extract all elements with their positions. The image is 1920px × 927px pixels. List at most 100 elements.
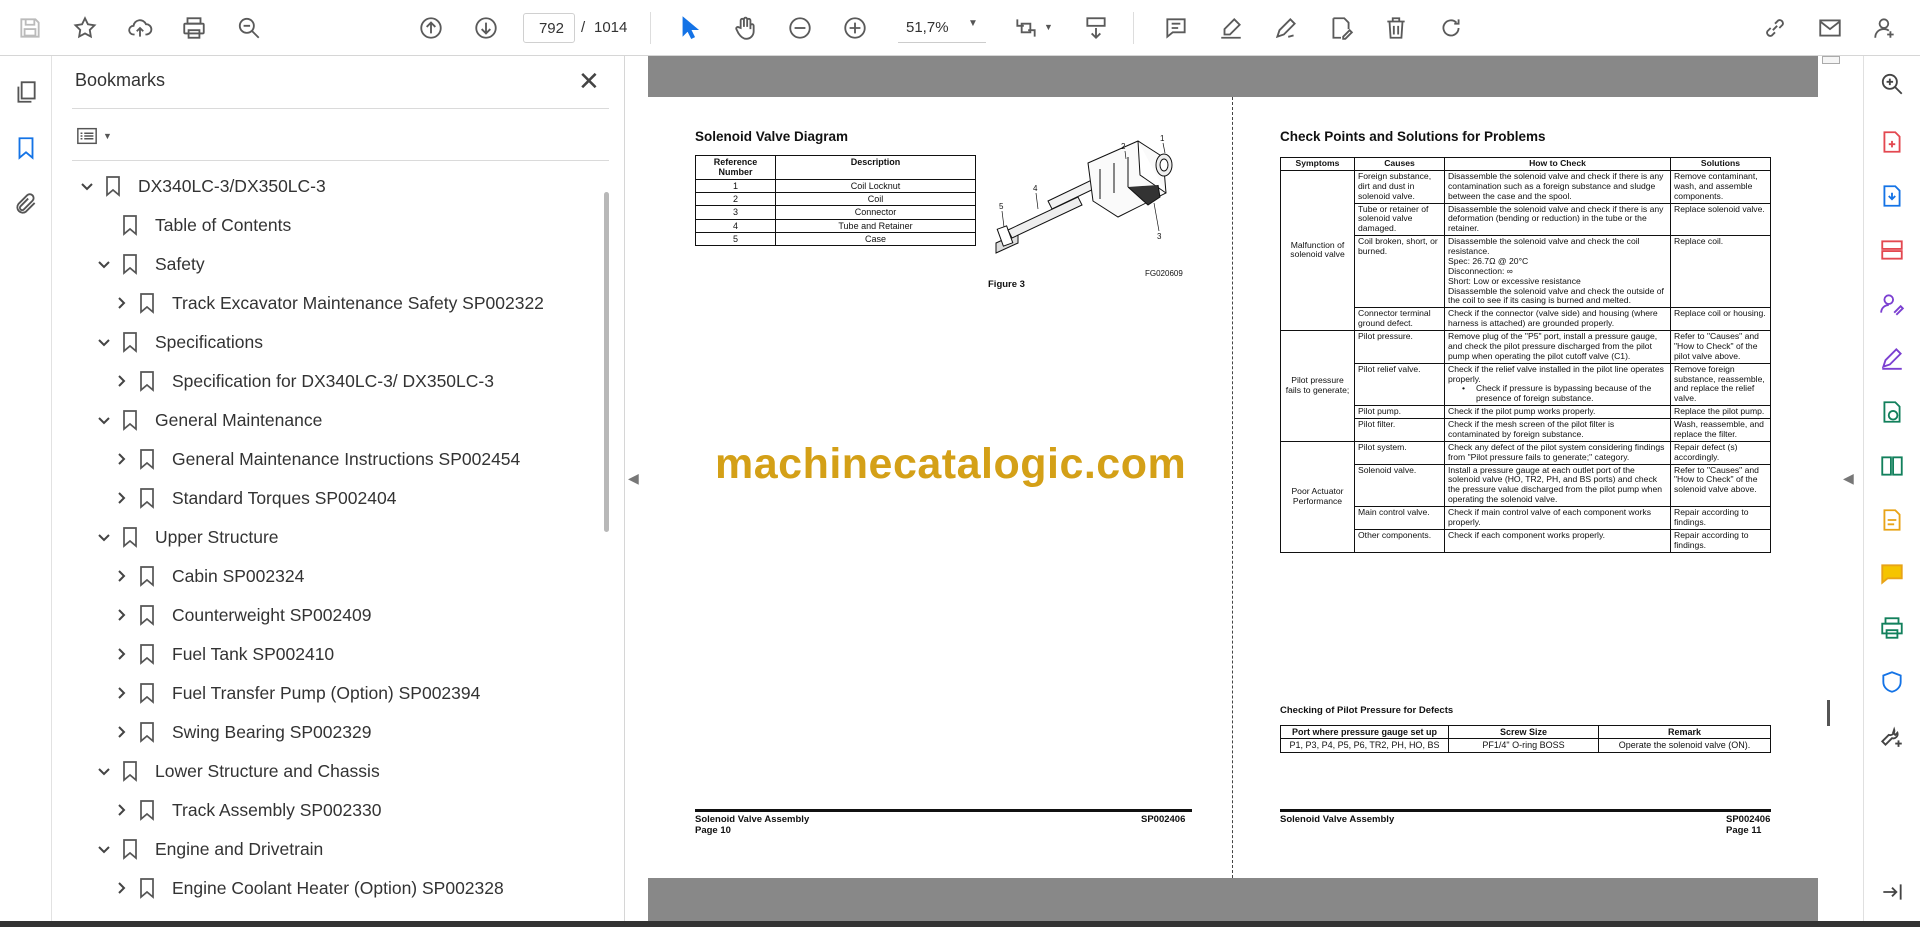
scroll-mode-icon[interactable] [1078,10,1114,46]
close-icon[interactable]: ✕ [578,66,600,97]
bookmark-item[interactable]: Standard Torques SP002404 [110,481,396,515]
chevron-down-icon[interactable] [93,253,115,275]
next-page-icon[interactable] [468,10,504,46]
collapse-right-panel-icon[interactable]: ◀ [1843,470,1854,487]
chevron-right-icon[interactable] [110,604,132,626]
chevron-right-icon[interactable] [110,565,132,587]
chevron-right-icon[interactable] [110,292,132,314]
bookmark-item[interactable]: Lower Structure and Chassis [93,754,380,788]
star-icon[interactable] [67,10,103,46]
bookmark-item[interactable]: General Maintenance Instructions SP00245… [110,442,520,476]
bookmark-item[interactable]: Cabin SP002324 [110,559,304,593]
bookmark-item[interactable]: Fuel Tank SP002410 [110,637,334,671]
bookmark-icon [138,604,160,626]
email-icon[interactable] [1812,10,1848,46]
bookmark-item[interactable]: Specifications [93,325,263,359]
chevron-down-icon[interactable] [76,175,98,197]
top-toolbar: 792 / 1014 51,7% ▼ ▼ [0,0,1920,56]
previous-page-icon[interactable] [413,10,449,46]
cause-cell: Foreign substance, dirt and dust in sole… [1354,169,1445,204]
organize-pages-icon[interactable] [1876,234,1908,266]
more-tools-icon[interactable] [1876,720,1908,752]
scroll-up-button[interactable] [1822,56,1840,64]
solution-cell: Refer to "Causes" and "How to Check" of … [1670,463,1771,507]
highlight-icon[interactable] [1213,10,1249,46]
chevron-right-icon[interactable] [110,370,132,392]
zoom-out-icon[interactable] [782,10,818,46]
page-thumbnails-icon[interactable] [10,76,42,108]
remark-cell: Operate the solenoid valve (ON). [1598,738,1771,753]
bookmark-item[interactable]: Engine and Drivetrain [93,832,323,866]
chevron-down-icon[interactable] [93,409,115,431]
zoom-in-icon[interactable] [837,10,873,46]
bookmark-item[interactable]: Counterweight SP002409 [110,598,371,632]
print-icon[interactable] [176,10,212,46]
bookmarks-scrollbar[interactable] [604,192,609,532]
bookmark-item[interactable]: Table of Contents [93,208,291,242]
bookmark-icon [121,253,143,275]
select-cursor-icon[interactable] [672,10,708,46]
page-fit-icon[interactable] [1008,10,1044,46]
chevron-right-icon[interactable] [110,799,132,821]
comment-icon[interactable] [1158,10,1194,46]
scan-ocr-icon[interactable] [1876,612,1908,644]
description-header: Description [775,155,976,180]
chevron-down-icon[interactable] [93,760,115,782]
page-number-input[interactable]: 792 [523,13,575,43]
save-icon[interactable] [12,10,48,46]
bookmark-item[interactable]: Swing Bearing SP002329 [110,715,371,749]
comment-tool-icon[interactable] [1876,558,1908,590]
chevron-right-icon[interactable] [110,643,132,665]
chevron-right-icon[interactable] [110,487,132,509]
account-icon[interactable] [1867,10,1903,46]
find-zoom-icon[interactable] [231,10,267,46]
how-to-check-cell: Check if each component works properly. [1444,528,1671,553]
bookmark-item[interactable]: Engine Coolant Heater (Option) SP002328 [110,871,504,905]
compare-files-icon[interactable] [1876,450,1908,482]
description-cell: Case [775,232,976,247]
search-zoom-icon[interactable] [1876,68,1908,100]
fill-sign-icon[interactable] [1876,342,1908,374]
chevron-down-icon[interactable] [93,526,115,548]
bookmark-icon[interactable] [10,132,42,164]
create-pdf-icon[interactable] [1876,126,1908,158]
bookmark-item[interactable]: Track Assembly SP002330 [110,793,381,827]
delete-icon[interactable] [1378,10,1414,46]
bookmark-item[interactable]: General Maintenance [93,403,322,437]
bookmark-item[interactable]: Specification for DX340LC-3/ DX350LC-3 [110,364,494,398]
bookmark-item[interactable]: Upper Structure [93,520,279,554]
expand-rail-icon[interactable] [1876,876,1908,908]
upload-cloud-icon[interactable] [122,10,158,46]
bookmark-label: DX340LC-3/DX350LC-3 [138,175,326,196]
share-link-icon[interactable] [1757,10,1793,46]
chevron-right-icon[interactable] [110,682,132,704]
protect-icon[interactable] [1876,666,1908,698]
total-pages: 1014 [594,19,628,36]
chevron-right-icon[interactable] [110,877,132,899]
bookmark-item[interactable]: Safety [93,247,205,281]
export-pdf-icon[interactable] [1876,180,1908,212]
chevron-right-icon[interactable] [110,448,132,470]
chevron-down-icon[interactable] [93,838,115,860]
edit-text-icon[interactable] [1323,10,1359,46]
edit-pdf-icon[interactable] [1876,504,1908,536]
bookmark-item[interactable]: Track Excavator Maintenance Safety SP002… [110,286,544,320]
bookmark-item[interactable]: Fuel Transfer Pump (Option) SP002394 [110,676,480,710]
redo-icon[interactable] [1433,10,1469,46]
bookmark-options-button[interactable]: ▼ [75,121,121,151]
solution-cell: Replace the pilot pump. [1670,405,1771,419]
zoom-level-select[interactable]: 51,7% ▼ [898,13,986,43]
attachment-icon[interactable] [10,188,42,220]
send-for-review-icon[interactable] [1876,396,1908,428]
collapse-left-panel-icon[interactable]: ◀ [628,470,639,487]
chevron-down-icon[interactable] [93,331,115,353]
bookmark-item[interactable]: DX340LC-3/DX350LC-3 [76,169,326,203]
chevron-down-icon[interactable]: ▼ [1044,22,1053,32]
draw-icon[interactable] [1268,10,1304,46]
document-scrollbar[interactable] [1827,700,1830,726]
bookmark-label: Fuel Tank SP002410 [172,643,335,664]
causes-header: Causes [1354,157,1445,171]
request-signatures-icon[interactable] [1876,288,1908,320]
hand-tool-icon[interactable] [727,10,763,46]
chevron-right-icon[interactable] [110,721,132,743]
